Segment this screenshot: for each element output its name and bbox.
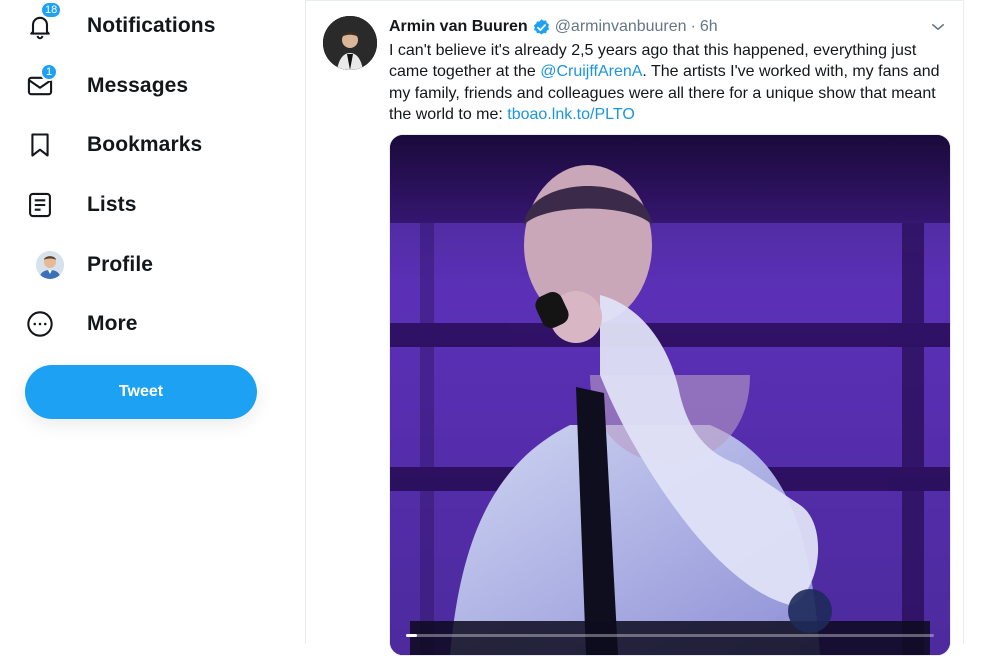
author-handle[interactable]: @arminvanbuuren [555,18,687,36]
envelope-icon: 1 [26,63,74,101]
list-icon [26,190,74,220]
more-circle-icon [26,309,74,339]
nav-label-bookmarks: Bookmarks [87,133,203,156]
messages-badge: 1 [40,63,58,81]
tweet-text: I can't believe it's already 2,5 years a… [389,40,949,125]
nav-label-messages: Messages [87,74,189,97]
nav-item-notifications[interactable]: 18 Notifications [26,1,229,51]
nav-label-more: More [87,312,138,335]
nav-item-profile[interactable]: Profile [26,240,167,290]
video-player[interactable] [389,134,951,656]
notifications-badge: 18 [40,1,63,19]
bell-icon: 18 [26,1,74,41]
nav-item-more[interactable]: More [26,299,152,349]
verified-badge-icon [533,18,549,35]
tweet-button[interactable]: Tweet [25,365,257,419]
nav-label-notifications: Notifications [87,14,216,37]
video-progress-bar[interactable] [406,634,934,637]
tweet-timestamp[interactable]: 6h [700,18,718,36]
bookmark-icon [26,130,74,160]
nav-label-lists: Lists [87,193,137,216]
chevron-down-icon[interactable] [929,18,947,36]
nav-label-profile: Profile [87,253,154,276]
timeline: Armin van Buuren @arminvanbuuren · 6h I … [305,0,964,656]
url-link[interactable]: tboao.lnk.to/PLTO [507,106,634,123]
video-frame [390,135,950,655]
profile-avatar [26,250,74,280]
mention-link[interactable]: @CruijffArenA [540,63,642,80]
tweet-card[interactable]: Armin van Buuren @arminvanbuuren · 6h I … [306,0,963,656]
nav-item-messages[interactable]: 1 Messages [26,61,202,111]
sidebar-nav: 18 Notifications 1 Messages Bookmarks Li… [0,0,305,644]
nav-item-bookmarks[interactable]: Bookmarks [26,120,216,170]
tweet-header: Armin van Buuren @arminvanbuuren · 6h [389,17,718,37]
nav-item-lists[interactable]: Lists [26,180,151,230]
author-avatar[interactable] [323,16,377,70]
separator-dot: · [690,18,696,35]
author-name[interactable]: Armin van Buuren [389,18,528,36]
video-progress-fill [406,634,417,637]
